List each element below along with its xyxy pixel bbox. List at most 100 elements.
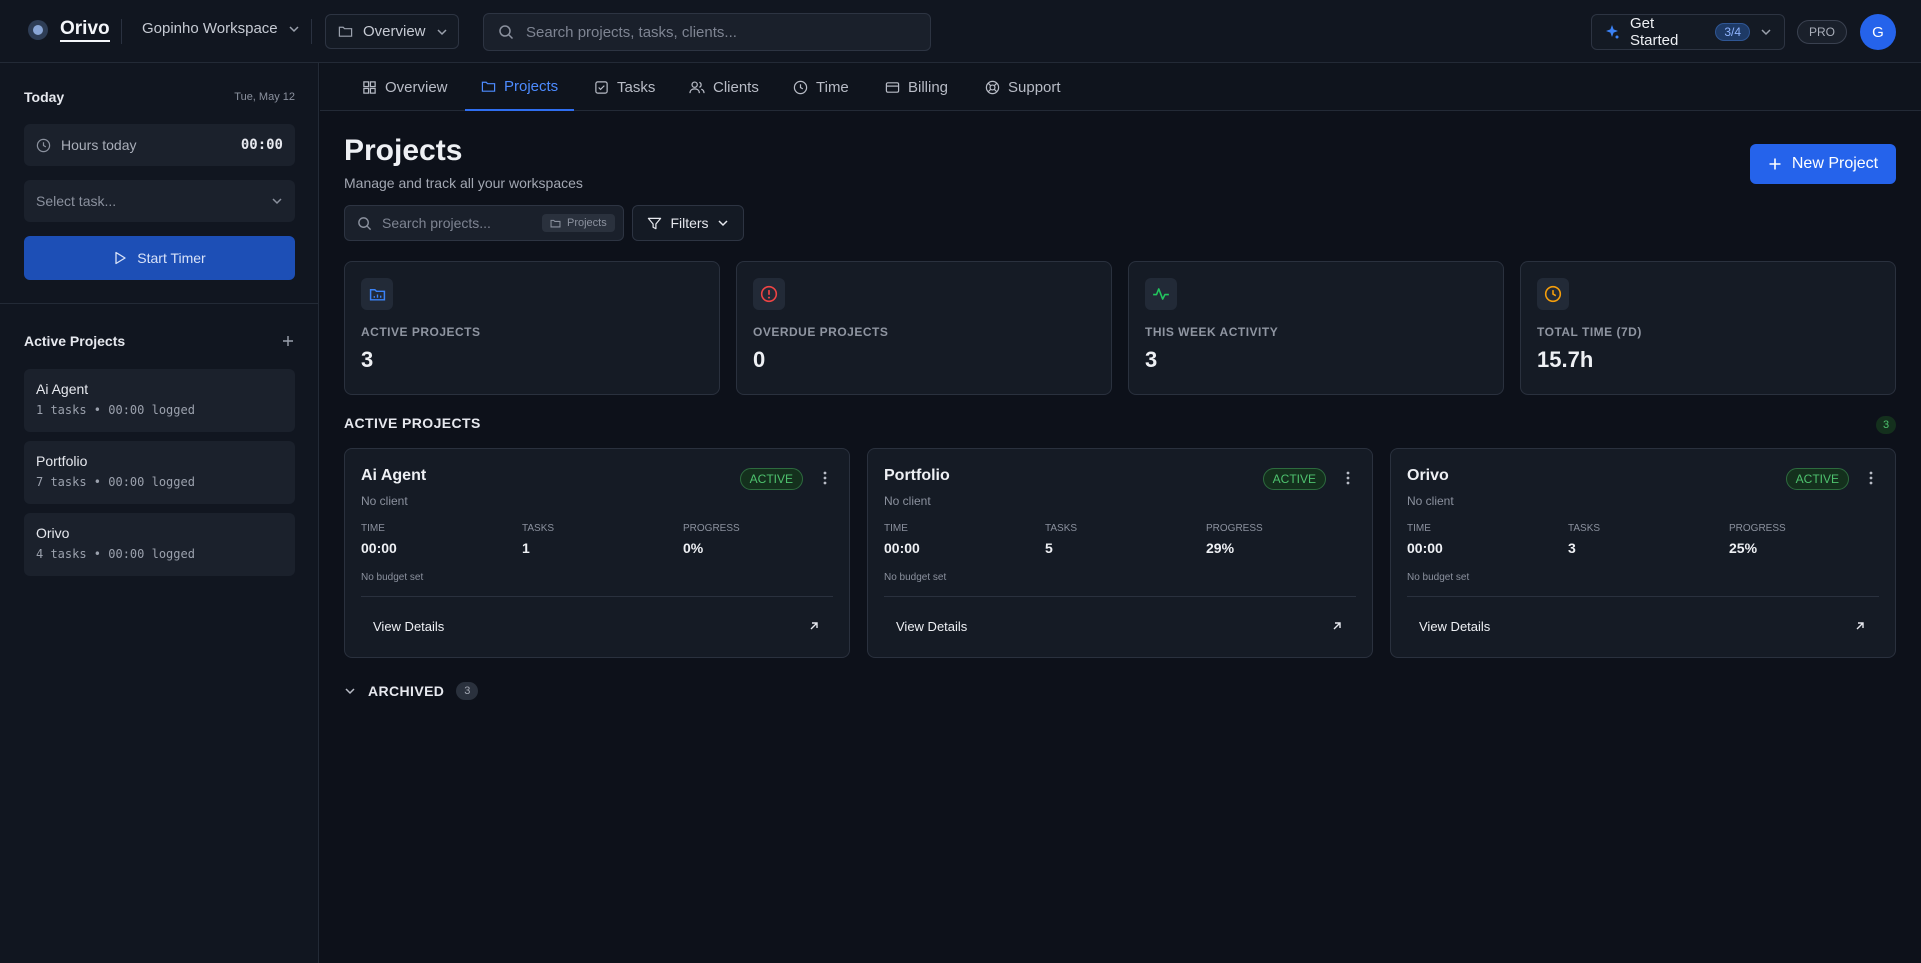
view-details-link[interactable]: View Details xyxy=(896,619,967,634)
status-badge: ACTIVE xyxy=(1785,468,1849,490)
plan-badge: PRO xyxy=(1797,20,1847,44)
get-started-progress: 3/4 xyxy=(1715,23,1750,41)
more-vertical-icon[interactable] xyxy=(1346,471,1350,485)
project-card: Portfolio No client ACTIVE TIME 00:00 TA… xyxy=(867,448,1373,658)
archived-heading: ARCHIVED xyxy=(368,683,445,699)
filters-label: Filters xyxy=(670,215,709,231)
stat-value: 3 xyxy=(361,347,374,372)
search-input[interactable] xyxy=(526,23,906,41)
active-projects-heading: ACTIVE PROJECTS xyxy=(344,415,481,431)
view-details-link[interactable]: View Details xyxy=(1419,619,1490,634)
tab-billing[interactable]: Billing xyxy=(869,63,964,111)
metric-value: 29% xyxy=(1206,540,1235,556)
get-started-label: Get Started xyxy=(1630,15,1679,49)
page-subtitle: Manage and track all your workspaces xyxy=(344,175,583,191)
tab-label: Time xyxy=(816,78,849,96)
metric-value: 00:00 xyxy=(884,540,920,556)
sidebar-project-meta: 1 tasks • 00:00 logged xyxy=(36,403,195,417)
chevron-down-icon xyxy=(288,23,300,35)
sidebar-project-item[interactable]: Ai Agent 1 tasks • 00:00 logged xyxy=(24,369,295,432)
sidebar-project-meta: 7 tasks • 00:00 logged xyxy=(36,475,195,489)
app-name: Orivo xyxy=(60,18,110,42)
more-vertical-icon[interactable] xyxy=(823,471,827,485)
metric-time: TIME 00:00 xyxy=(1407,523,1443,556)
divider xyxy=(361,596,833,597)
active-projects-title: Active Projects xyxy=(24,333,126,349)
new-project-button[interactable]: New Project xyxy=(1750,144,1896,184)
divider xyxy=(0,303,319,304)
search-icon xyxy=(357,216,372,231)
project-search[interactable]: Projects xyxy=(344,205,624,241)
metric-value: 3 xyxy=(1568,540,1576,556)
stat-label: OVERDUE PROJECTS xyxy=(753,325,889,339)
tab-overview[interactable]: Overview xyxy=(346,63,464,111)
arrow-up-right-icon[interactable] xyxy=(809,621,819,631)
sidebar-project-name: Orivo xyxy=(36,525,70,541)
tab-clients[interactable]: Clients xyxy=(673,63,775,111)
project-budget: No budget set xyxy=(361,572,424,583)
project-budget: No budget set xyxy=(884,572,947,583)
stat-label: THIS WEEK ACTIVITY xyxy=(1145,325,1279,339)
avatar[interactable]: G xyxy=(1860,14,1896,50)
chevron-down-icon xyxy=(1760,26,1772,38)
get-started-button[interactable]: Get Started 3/4 xyxy=(1591,14,1785,50)
stat-card-week-activity: THIS WEEK ACTIVITY 3 xyxy=(1128,261,1504,395)
tab-projects[interactable]: Projects xyxy=(465,63,575,111)
folder-icon xyxy=(338,24,353,39)
folder-icon xyxy=(361,278,393,310)
search-scope-chip[interactable]: Projects xyxy=(542,214,615,232)
tab-label: Tasks xyxy=(617,78,656,96)
metric-label: TASKS xyxy=(522,523,555,534)
tab-support[interactable]: Support xyxy=(969,63,1077,111)
plus-icon[interactable] xyxy=(281,334,295,348)
stat-label: ACTIVE PROJECTS xyxy=(361,325,481,339)
sidebar-project-item[interactable]: Portfolio 7 tasks • 00:00 logged xyxy=(24,441,295,504)
tab-label: Overview xyxy=(385,78,448,96)
workspace-switcher[interactable]: Gopinho Workspace xyxy=(142,20,300,37)
logo-icon xyxy=(28,20,48,40)
search-scope-label: Projects xyxy=(567,217,607,229)
metric-progress: PROGRESS 29% xyxy=(1206,523,1263,556)
metric-label: PROGRESS xyxy=(683,523,740,534)
folder-icon xyxy=(481,79,496,94)
sidebar-project-item[interactable]: Orivo 4 tasks • 00:00 logged xyxy=(24,513,295,576)
hours-value: 00:00 xyxy=(240,137,283,153)
chevron-down-icon xyxy=(717,217,729,229)
stat-value: 3 xyxy=(1145,347,1158,372)
task-select[interactable]: Select task... xyxy=(24,180,295,222)
sidebar-project-meta: 4 tasks • 00:00 logged xyxy=(36,547,195,561)
metric-tasks: TASKS 5 xyxy=(1045,523,1077,556)
tab-tasks[interactable]: Tasks xyxy=(578,63,671,111)
tab-label: Billing xyxy=(908,78,949,96)
archived-toggle[interactable]: ARCHIVED 3 xyxy=(344,682,479,700)
brand[interactable]: Orivo xyxy=(28,18,110,42)
play-icon xyxy=(113,251,127,265)
card-icon xyxy=(885,80,900,95)
hours-today: Hours today 00:00 xyxy=(24,124,295,166)
global-search[interactable] xyxy=(483,13,931,51)
tab-label: Projects xyxy=(504,77,559,95)
view-details-link[interactable]: View Details xyxy=(373,619,444,634)
more-vertical-icon[interactable] xyxy=(1869,471,1873,485)
start-timer-label: Start Timer xyxy=(137,250,206,266)
status-badge: ACTIVE xyxy=(1262,468,1326,490)
search-icon xyxy=(498,24,514,40)
view-select[interactable]: Overview xyxy=(325,14,459,49)
metric-value: 00:00 xyxy=(361,540,397,556)
filters-button[interactable]: Filters xyxy=(632,205,744,241)
hours-label: Hours today xyxy=(61,137,137,153)
project-client: No client xyxy=(884,494,931,508)
arrow-up-right-icon[interactable] xyxy=(1332,621,1342,631)
metric-progress: PROGRESS 0% xyxy=(683,523,740,556)
clock-icon xyxy=(36,138,51,153)
tab-time[interactable]: Time xyxy=(777,63,865,111)
metric-time: TIME 00:00 xyxy=(361,523,397,556)
workspace-name: Gopinho Workspace xyxy=(142,20,278,37)
metric-label: TASKS xyxy=(1568,523,1601,534)
project-budget: No budget set xyxy=(1407,572,1470,583)
arrow-up-right-icon[interactable] xyxy=(1855,621,1865,631)
start-timer-button[interactable]: Start Timer xyxy=(24,236,295,280)
metric-tasks: TASKS 3 xyxy=(1568,523,1600,556)
metric-tasks: TASKS 1 xyxy=(522,523,554,556)
project-search-input[interactable] xyxy=(382,215,532,231)
